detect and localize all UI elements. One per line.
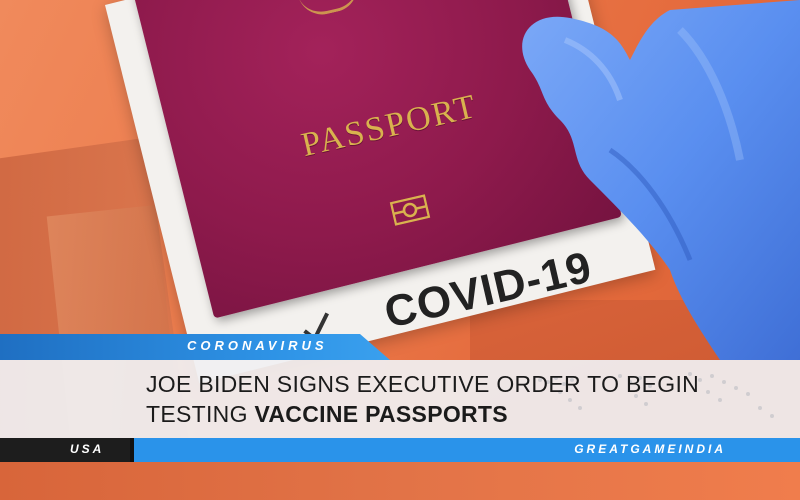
headline-line-1: JOE BIDEN SIGNS EXECUTIVE ORDER TO BEGIN: [146, 371, 700, 397]
article-headline[interactable]: JOE BIDEN SIGNS EXECUTIVE ORDER TO BEGIN…: [146, 369, 786, 429]
headline-emphasis: VACCINE PASSPORTS: [254, 401, 508, 427]
region-tag[interactable]: USA: [70, 442, 104, 456]
headline-line-2-prefix: TESTING: [146, 401, 255, 427]
bottom-photo-strip: [0, 462, 800, 500]
region-tag-box: [0, 438, 130, 462]
gloved-hand: [522, 0, 800, 360]
region-tag-divider: [130, 438, 134, 462]
headline-line-2: TESTING VACCINE PASSPORTS: [146, 399, 786, 429]
category-label[interactable]: CORONAVIRUS: [187, 338, 328, 353]
brand-name[interactable]: GREATGAMEINDIA: [574, 442, 726, 456]
